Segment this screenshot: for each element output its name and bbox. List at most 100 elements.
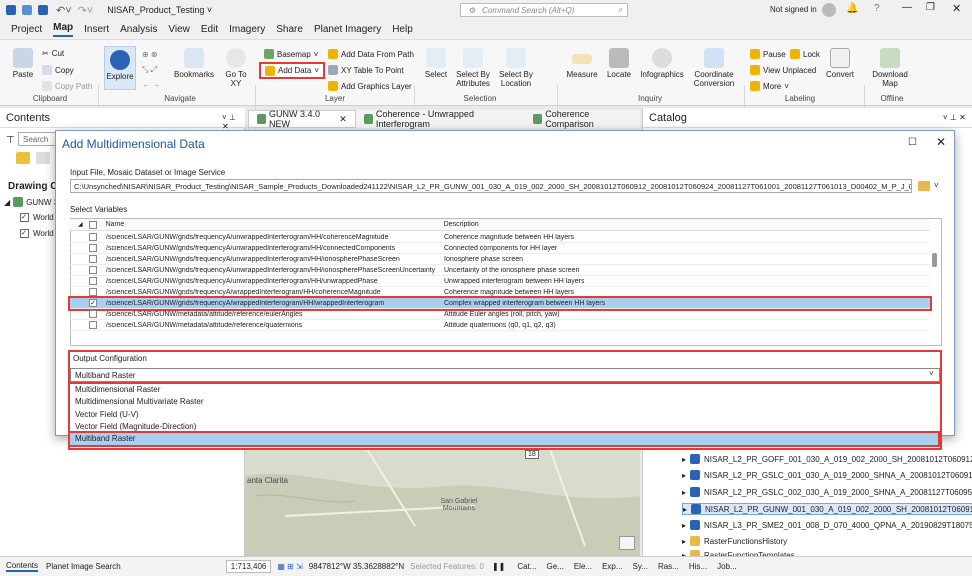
xy-table-to-point-button[interactable]: XY Table To Point [328, 65, 404, 75]
paste-button[interactable]: Paste [10, 48, 36, 79]
menu-analysis[interactable]: Analysis [120, 24, 157, 35]
tab-contents-bottom[interactable]: Contents [6, 561, 39, 572]
option-multidimensional-raster[interactable]: Multidimensional Raster [70, 384, 938, 396]
row-checkbox[interactable] [89, 266, 97, 274]
bookmarks-button[interactable]: Bookmarks [174, 48, 214, 79]
scale-selector[interactable]: 1:713,406 [225, 560, 272, 573]
select-all-checkbox[interactable] [88, 220, 97, 229]
row-checkbox[interactable] [89, 310, 97, 318]
table-row[interactable]: /science/LSAR/GUNW/metadata/attitude/ref… [70, 320, 930, 331]
infographics-button[interactable]: Infographics [638, 48, 686, 79]
fixed-zoom-icon[interactable]: ⤡ ⤢ [142, 65, 157, 75]
table-row[interactable]: /science/LSAR/GUNW/grids/frequencyA/unwr… [70, 243, 930, 254]
pause-draw-icon[interactable]: ❚❚ [492, 562, 505, 571]
basemap-button[interactable]: Basemap ˅ [264, 49, 318, 59]
dialog-maximize-icon[interactable]: ☐ [908, 137, 917, 148]
chevron-down-icon[interactable]: ˅ [934, 181, 939, 190]
row-checkbox[interactable] [89, 277, 97, 285]
user-avatar[interactable] [822, 3, 836, 17]
table-scrollbar-thumb[interactable] [932, 253, 937, 267]
list-by-source-icon[interactable] [36, 152, 50, 164]
catalog-bottom-tab[interactable]: Cat... [517, 562, 536, 571]
row-checkbox[interactable] [89, 288, 97, 296]
full-extent-icon[interactable]: ⊕ ⊗ [142, 50, 158, 59]
catalog-item[interactable]: ▸ NISAR_L2_PR_GSLC_001_030_A_019_2000_SHN… [682, 470, 972, 480]
measure-button[interactable]: Measure [564, 48, 600, 79]
layer-gunw[interactable]: ◢ GUNW 3 [4, 197, 58, 207]
menu-project[interactable]: Project [11, 24, 42, 35]
table-row[interactable]: /science/LSAR/GUNW/grids/frequencyA/unwr… [70, 232, 930, 243]
copy-button[interactable]: Copy [42, 65, 74, 75]
tab-planet-image-search[interactable]: Planet Image Search [46, 562, 121, 571]
menu-view[interactable]: View [168, 24, 190, 35]
table-row[interactable]: /science/LSAR/GUNW/metadata/attitude/ref… [70, 309, 930, 320]
signin-status[interactable]: Not signed in [770, 5, 817, 14]
catalog-item[interactable]: ▸ RasterFunctionsHistory [682, 536, 787, 546]
map-tools-icons[interactable]: ▦ ⊞ ⇲ [277, 562, 302, 571]
catalog-pin-icon[interactable]: ˅ ⊥ ✕ [943, 113, 966, 122]
copy-path-button[interactable]: Copy Path [42, 81, 92, 91]
row-checkbox[interactable]: ✓ [89, 299, 97, 307]
menu-planet-imagery[interactable]: Planet Imagery [314, 24, 381, 35]
row-checkbox[interactable] [89, 321, 97, 329]
cut-button[interactable]: ✂ Cut [42, 49, 64, 58]
export-tab[interactable]: Exp... [602, 562, 622, 571]
layer-world-2[interactable]: ✓ World [20, 229, 54, 238]
menu-insert[interactable]: Insert [84, 24, 109, 35]
locate-button[interactable]: Locate [604, 48, 634, 79]
select-by-attributes-button[interactable]: Select By Attributes [454, 48, 492, 88]
back-forward-icon[interactable]: ← → [142, 80, 160, 89]
download-map-button[interactable]: Download Map [870, 48, 910, 88]
convert-button[interactable]: Convert [822, 48, 858, 79]
option-multivariate-raster[interactable]: Multidimensional Multivariate Raster [70, 396, 938, 408]
option-multiband-raster[interactable]: Multiband Raster [68, 431, 940, 447]
catalog-item[interactable]: ▸ NISAR_L2_PR_GSLC_002_030_A_019_2000_SHN… [682, 487, 972, 497]
map-navigator-icon[interactable] [619, 536, 635, 550]
menu-help[interactable]: Help [392, 24, 413, 35]
table-row[interactable]: /science/LSAR/GUNW/grids/frequencyA/unwr… [70, 265, 930, 276]
add-data-button[interactable]: Add Data ˅ [259, 62, 326, 79]
goto-xy-button[interactable]: Go To XY [224, 48, 248, 88]
layer-checkbox[interactable]: ✓ [20, 229, 29, 238]
coordinate-conversion-button[interactable]: Coordinate Conversion [690, 48, 738, 88]
restore-icon[interactable]: ❐ [926, 2, 935, 13]
history-tab[interactable]: His... [689, 562, 707, 571]
input-file-field[interactable]: C:\Unsynched\NISAR\NISAR_Product_Testing… [70, 179, 912, 193]
tab-coherence-comparison[interactable]: Coherence Comparison [525, 109, 640, 129]
pause-labeling-button[interactable]: Pause [750, 49, 786, 59]
contents-search-input[interactable]: Search [18, 132, 58, 146]
table-row[interactable]: /science/LSAR/GUNW/grids/frequencyA/unwr… [70, 254, 930, 265]
tab-coherence-unwrapped[interactable]: Coherence - Unwrapped Interferogram [356, 109, 525, 129]
map-view[interactable]: anta Clarita San Gabriel Mountains 18 [245, 436, 640, 556]
option-vector-field-uv[interactable]: Vector Field (U-V) [70, 409, 938, 421]
notification-icon[interactable]: 🔔 [846, 3, 858, 14]
table-row[interactable]: /science/LSAR/GUNW/grids/frequencyA/wrap… [70, 287, 930, 298]
lock-labeling-button[interactable]: Lock [790, 49, 820, 59]
dropdown-arrow-icon[interactable]: ˅ [929, 369, 934, 378]
list-by-drawing-order-icon[interactable] [16, 152, 30, 164]
browse-folder-icon[interactable] [918, 181, 930, 191]
element-tab[interactable]: Ele... [574, 562, 592, 571]
tab-gunw[interactable]: GUNW 3.4.0 NEW ✕ [248, 109, 356, 129]
save-icon[interactable] [38, 5, 48, 15]
undo-icon[interactable]: ↶˅ [56, 4, 72, 17]
raster-tab[interactable]: Ras... [658, 562, 679, 571]
select-button[interactable]: Select [422, 48, 450, 79]
redo-icon[interactable]: ↷˅ [78, 4, 94, 17]
menu-imagery[interactable]: Imagery [229, 24, 265, 35]
layer-world-1[interactable]: ✓ World [20, 213, 54, 222]
col-desc-header[interactable]: Description [441, 221, 479, 228]
dialog-close-icon[interactable]: ✕ [936, 135, 946, 149]
geoprocessing-tab[interactable]: Ge... [546, 562, 563, 571]
row-checkbox[interactable] [89, 255, 97, 263]
table-row-selected[interactable]: ✓ /science/LSAR/GUNW/grids/frequencyA/wra… [68, 296, 932, 311]
output-config-select[interactable]: Multiband Raster [70, 368, 940, 382]
add-graphics-layer-button[interactable]: Add Graphics Layer [328, 81, 412, 91]
command-search-input[interactable]: ⚙ Command Search (Alt+Q) ⌕ [460, 3, 628, 17]
project-name[interactable]: NISAR_Product_Testing ˅ [107, 5, 212, 15]
catalog-item[interactable]: ▸ NISAR_L3_PR_SME2_001_008_D_070_4000_QPN… [682, 520, 972, 530]
catalog-item[interactable]: ▸ NISAR_L2_PR_GOFF_001_030_A_019_002_2000… [682, 454, 972, 464]
symbology-tab[interactable]: Sy... [633, 562, 648, 571]
row-checkbox[interactable] [89, 244, 97, 252]
contents-pin-icon[interactable]: ˅ ⊥ ✕ [222, 113, 244, 131]
